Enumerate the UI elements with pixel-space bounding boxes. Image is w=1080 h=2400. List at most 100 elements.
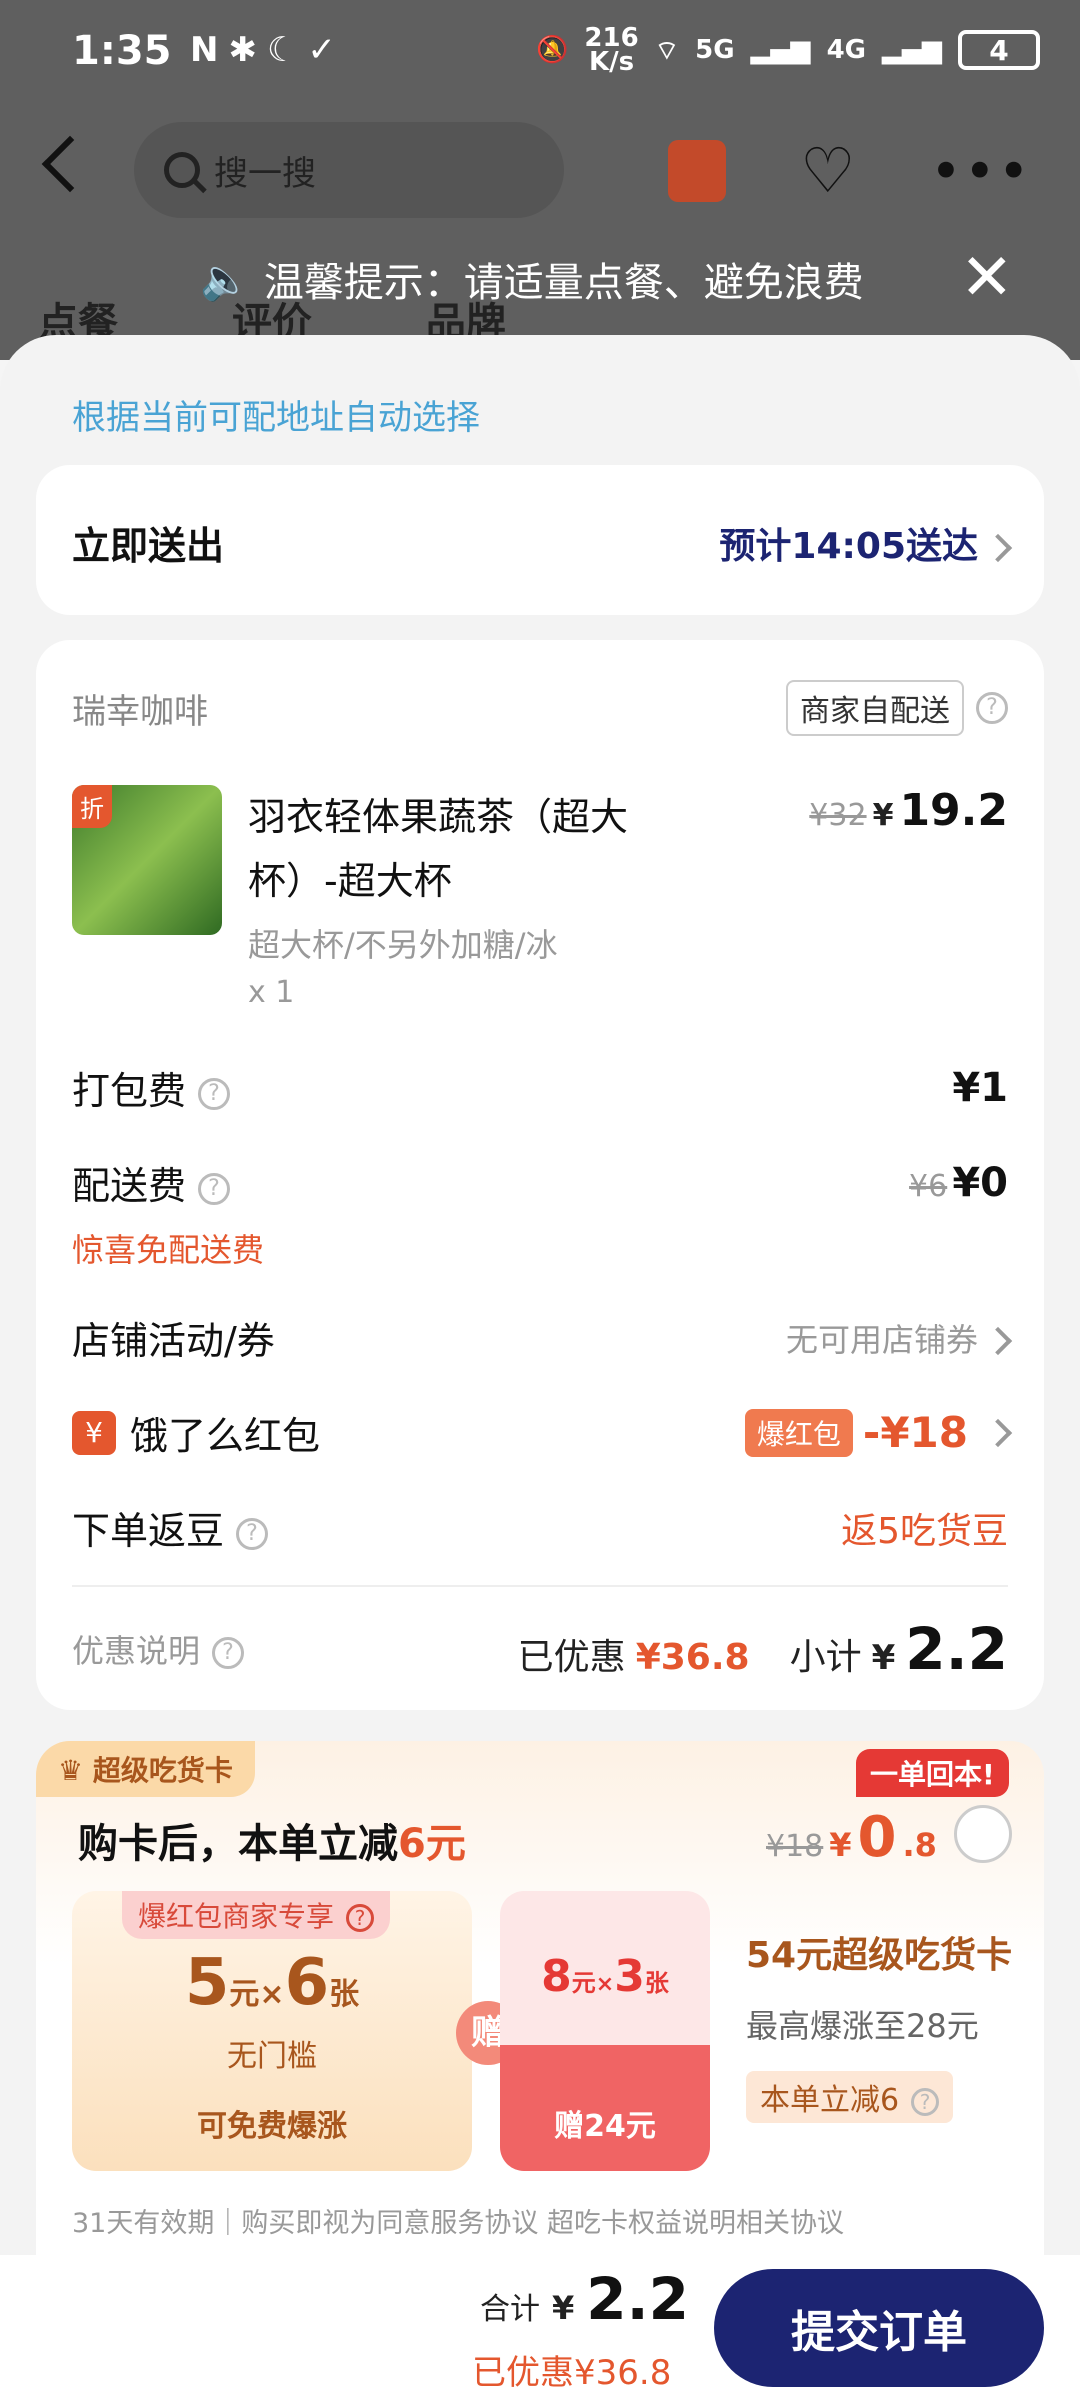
product-image: 折 — [72, 785, 222, 935]
shop-activity-value: 无可用店铺券 — [786, 1315, 1013, 1361]
super-card-checkbox[interactable] — [954, 1805, 1012, 1863]
price-symbol: ¥ — [872, 798, 894, 833]
search-icon — [164, 152, 200, 188]
saved-label: 已优惠 — [517, 1637, 626, 1678]
coupon1-amount: 5元×6张 — [72, 1946, 472, 2020]
coupon2-unit: 元 — [571, 1969, 596, 1997]
coupon-card-2: 8元×3张 赠24元 — [500, 1891, 710, 2171]
shop-coupon-row[interactable]: 店铺活动/券 无可用店铺券 — [72, 1310, 1013, 1365]
coupon2-amount: 8元×3张 — [500, 1951, 710, 2002]
red-packet-icon[interactable] — [668, 140, 726, 202]
super-card-badge-text: 超级吃货卡 — [92, 1754, 233, 1787]
send-now-label: 立即送出 — [72, 524, 225, 568]
delivery-fee-value: ¥0 — [952, 1159, 1008, 1206]
subtotal-symbol: ¥ — [871, 1638, 896, 1678]
status-right: 🔕 216 K/s ⌔ 5G ▂▄▆ 4G ▂▄▆ 4 — [536, 23, 1040, 77]
beans-text: 下单返豆 — [72, 1509, 225, 1553]
net-speed: 216 K/s — [584, 23, 639, 77]
speaker-icon: 🔈 — [200, 256, 250, 303]
delivery-card: 立即送出 预计14:05送达 — [36, 465, 1044, 615]
eta-text: 预计14:05送达 — [719, 525, 978, 567]
search-placeholder: 搜一搜 — [214, 153, 316, 194]
packing-fee-text: 打包费 — [72, 1069, 187, 1113]
battery-icon: 4 — [958, 30, 1040, 70]
search-input[interactable]: 搜一搜 — [134, 122, 564, 218]
divider — [72, 1585, 1008, 1587]
subtotal-label: 小计 — [789, 1637, 862, 1678]
coupon2-count: 3 — [614, 1951, 645, 2002]
discount-note-text: 优惠说明 — [72, 1632, 201, 1670]
delivery-fee-orig: ¥6 — [909, 1168, 948, 1204]
bottom-bar: 合计 ¥ 2.2 已优惠¥36.8 提交订单 — [0, 2255, 1080, 2400]
coupon2-times: × — [595, 1972, 615, 1997]
delivery-fee-text: 配送费 — [72, 1164, 187, 1208]
coupon1-count: 6 — [284, 1946, 330, 2020]
favorite-add-icon[interactable]: ♡ — [800, 134, 856, 207]
product-spec: 超大杯/不另外加糖/冰 — [248, 926, 558, 964]
tip-banner: 🔈 温馨提示：请适量点餐、避免浪费 — [200, 250, 864, 308]
bottom-saved: 已优惠¥36.8 — [472, 2353, 672, 2393]
product-price: ¥32 ¥ 19.2 — [809, 785, 1008, 836]
packing-fee-value: ¥1 — [952, 1064, 1008, 1111]
signal-bars-icon: ▂▄▆ — [750, 35, 811, 65]
beans-label: 下单返豆? — [72, 1500, 269, 1555]
help-icon[interactable]: ? — [976, 692, 1008, 724]
packing-fee-label: 打包费? — [72, 1060, 231, 1115]
headline-prefix: 购卡后，本单立减 — [78, 1821, 398, 1867]
delivery-fee: ¥6 ¥0 — [909, 1160, 1008, 1206]
mute-icon: 🔕 — [536, 35, 569, 65]
delivery-badge: 商家自配送 — [786, 680, 964, 736]
super-card-tag-text: 本单立减6 — [760, 2083, 900, 2118]
coupon1-condition: 无门槛 — [227, 2039, 317, 2074]
red-packet-row[interactable]: ¥ 饿了么红包 爆红包 -¥18 — [72, 1405, 1013, 1460]
chevron-right-icon — [983, 1326, 1013, 1355]
super-price-int: 0 — [857, 1805, 897, 1870]
product-qty: x 1 — [248, 975, 295, 1010]
super-card-name: 54元超级吃货卡 — [746, 1935, 1013, 1976]
super-card-orig: ¥18 — [766, 1829, 824, 1864]
address-note: 根据当前可配地址自动选择 — [72, 398, 480, 438]
submit-order-button[interactable]: 提交订单 — [714, 2269, 1044, 2387]
super-card-panel: ♛ 超级吃货卡 购卡后，本单立减6元 一单回本! ¥18 ¥ 0 .8 爆红包商… — [36, 1741, 1044, 2301]
help-icon[interactable]: ? — [236, 1517, 269, 1550]
total-label: 合计 — [480, 2292, 540, 2327]
super-card-desc: 最高爆涨至28元 — [746, 2007, 979, 2045]
signal-5g: 5G — [695, 35, 735, 65]
total-value: 2.2 — [586, 2265, 690, 2333]
super-price-symbol: ¥ — [829, 1826, 852, 1864]
help-icon[interactable]: ? — [198, 1077, 231, 1110]
product-price-value: 19.2 — [899, 785, 1008, 836]
status-app-icons: N✱☾✓ — [190, 30, 346, 70]
help-icon[interactable]: ? — [911, 2087, 940, 2116]
red-packet-small-icon: ¥ — [72, 1410, 116, 1455]
super-card-headline: 购卡后，本单立减6元 — [78, 1811, 466, 1869]
red-packet-value: 爆红包 -¥18 — [744, 1408, 1013, 1457]
help-icon[interactable]: ? — [198, 1172, 231, 1205]
super-price-dec: .8 — [902, 1826, 937, 1864]
back-icon[interactable] — [41, 135, 99, 193]
beans-value: 返5吃货豆 — [841, 1510, 1008, 1552]
help-icon: ? — [212, 1637, 245, 1669]
delivery-time-row[interactable]: 立即送出 预计14:05送达 — [72, 515, 1013, 570]
order-card: 瑞幸咖啡 商家自配送 ? 折 羽衣轻体果蔬茶（超大杯）-超大杯 超大杯/不另外加… — [36, 640, 1044, 1710]
red-packet-text: 饿了么红包 — [130, 1414, 321, 1458]
back-tag: 一单回本! — [856, 1749, 1009, 1797]
super-card-badge: ♛ 超级吃货卡 — [36, 1741, 255, 1797]
discount-note-label[interactable]: 优惠说明? — [72, 1626, 245, 1672]
super-card-tag: 本单立减6? — [746, 2071, 954, 2123]
more-icon[interactable]: ••• — [930, 140, 1032, 203]
status-bar: 1:35 N✱☾✓ 🔕 216 K/s ⌔ 5G ▂▄▆ 4G ▂▄▆ 4 — [0, 0, 1080, 100]
signal-bars-icon-2: ▂▄▆ — [882, 35, 942, 65]
delivery-fee-label: 配送费? — [72, 1155, 231, 1210]
discount-tag: 折 — [72, 785, 112, 828]
wifi-icon: ⌔ — [654, 35, 680, 66]
shop-name[interactable]: 瑞幸咖啡 — [72, 684, 208, 733]
super-card-terms[interactable]: 31天有效期｜购买即视为同意服务协议 超吃卡权益说明相关协议 — [72, 2201, 844, 2240]
shop-activity-label: 店铺活动/券 — [72, 1319, 275, 1363]
red-packet-amount: -¥18 — [862, 1408, 968, 1457]
help-icon[interactable]: ? — [346, 1904, 375, 1932]
super-card-price: ¥18 ¥ 0 .8 — [766, 1805, 937, 1870]
close-icon[interactable]: ✕ — [960, 246, 1014, 310]
chevron-right-icon — [983, 1418, 1013, 1447]
eta: 预计14:05送达 — [719, 517, 1013, 569]
